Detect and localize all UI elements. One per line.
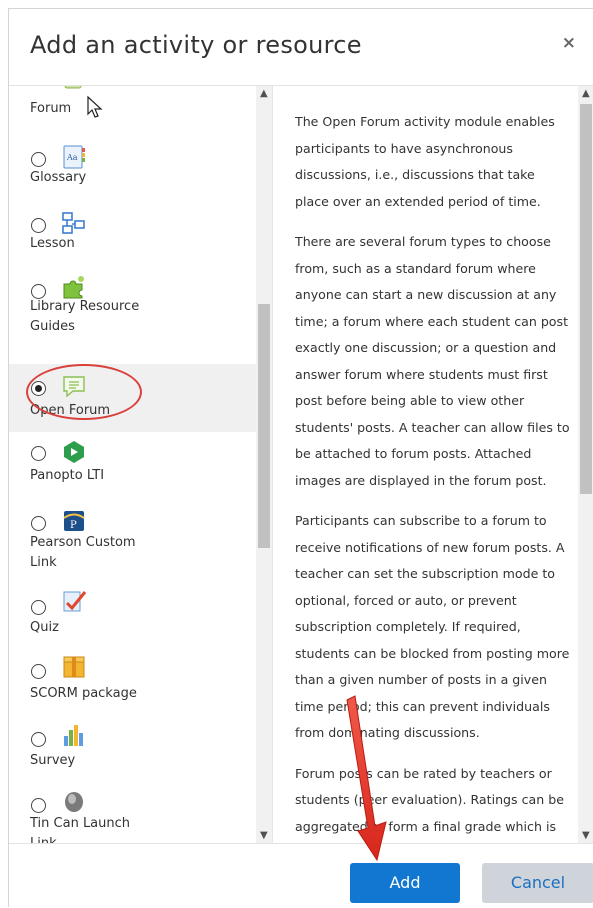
scroll-up-arrow-icon[interactable]: ▲: [582, 88, 590, 99]
list-item[interactable]: Tin Can Launch Link: [9, 776, 256, 843]
activity-radio[interactable]: [31, 152, 46, 167]
cancel-button[interactable]: Cancel: [482, 863, 593, 903]
activity-radio[interactable]: [31, 732, 46, 747]
description-paragraph: The Open Forum activity module enables p…: [295, 114, 555, 209]
scrollbar-thumb[interactable]: [580, 104, 592, 494]
activity-radio[interactable]: [31, 798, 46, 813]
dialog-header: Add an activity or resource ×: [9, 9, 593, 86]
description-paragraph: Participants can subscribe to a forum to…: [295, 513, 570, 740]
activity-label: Pearson Custom Link: [30, 535, 136, 570]
list-item[interactable]: Lesson: [9, 196, 256, 262]
activity-radio[interactable]: [31, 218, 46, 233]
activity-label: Quiz: [30, 620, 59, 635]
scorm-package-icon: [63, 656, 85, 678]
quiz-checkmark-icon: [63, 591, 87, 612]
activity-radio[interactable]: [31, 600, 46, 615]
list-item[interactable]: P Pearson Custom Link: [9, 496, 256, 580]
activity-label: Library Resource Guides: [30, 299, 140, 334]
annotation-red-ellipse: [26, 364, 142, 420]
list-item[interactable]: Library Resource Guides: [9, 262, 256, 364]
dialog-title: Add an activity or resource: [30, 31, 362, 59]
activity-label: Panopto LTI: [30, 468, 105, 483]
pearson-icon: P: [63, 511, 85, 531]
activity-list: Forum Aa Glossary Lesson Library Resourc…: [9, 86, 272, 843]
svg-text:Aa: Aa: [66, 153, 78, 162]
forum-icon: [64, 86, 82, 89]
list-item[interactable]: Quiz: [9, 580, 256, 644]
activity-radio[interactable]: [31, 664, 46, 679]
activity-description: The Open Forum activity module enables p…: [295, 109, 570, 843]
activity-description-panel: The Open Forum activity module enables p…: [273, 86, 593, 843]
close-icon[interactable]: ×: [562, 33, 576, 53]
activity-label: SCORM package: [30, 686, 137, 701]
activity-label: Tin Can Launch Link: [30, 816, 131, 843]
description-scrollbar[interactable]: ▲ ▼: [578, 86, 593, 843]
activity-label: Glossary: [30, 170, 87, 185]
activity-list-scrollbar[interactable]: ▲ ▼: [256, 86, 272, 843]
add-button[interactable]: Add: [350, 863, 460, 903]
scroll-down-arrow-icon[interactable]: ▼: [582, 830, 590, 841]
survey-bar-chart-icon: [64, 725, 83, 746]
activity-radio[interactable]: [31, 446, 46, 461]
glossary-icon: Aa: [63, 145, 85, 169]
activity-chooser-dialog: Add an activity or resource × Forum Aa G…: [8, 8, 593, 907]
tin-can-icon: [65, 792, 83, 812]
dialog-footer: Add Cancel: [9, 843, 593, 908]
activity-label: Survey: [30, 753, 76, 768]
list-item[interactable]: SCORM package: [9, 644, 256, 710]
list-item[interactable]: Aa Glossary: [9, 130, 256, 196]
list-item[interactable]: Panopto LTI: [9, 432, 256, 496]
mouse-pointer-icon: [87, 95, 103, 118]
list-item[interactable]: Survey: [9, 710, 256, 776]
description-paragraph: Forum posts can be rated by teachers or …: [295, 765, 564, 834]
lesson-icon: [62, 212, 85, 234]
activity-label: Lesson: [30, 236, 75, 251]
panopto-icon: [64, 441, 84, 463]
activity-radio[interactable]: [31, 516, 46, 531]
description-paragraph: There are several forum types to choose …: [295, 234, 570, 488]
scroll-down-arrow-icon[interactable]: ▼: [260, 830, 268, 841]
scroll-up-arrow-icon[interactable]: ▲: [260, 88, 268, 99]
list-item[interactable]: Forum: [9, 86, 256, 130]
scrollbar-thumb[interactable]: [258, 304, 270, 548]
svg-text:P: P: [70, 520, 77, 531]
